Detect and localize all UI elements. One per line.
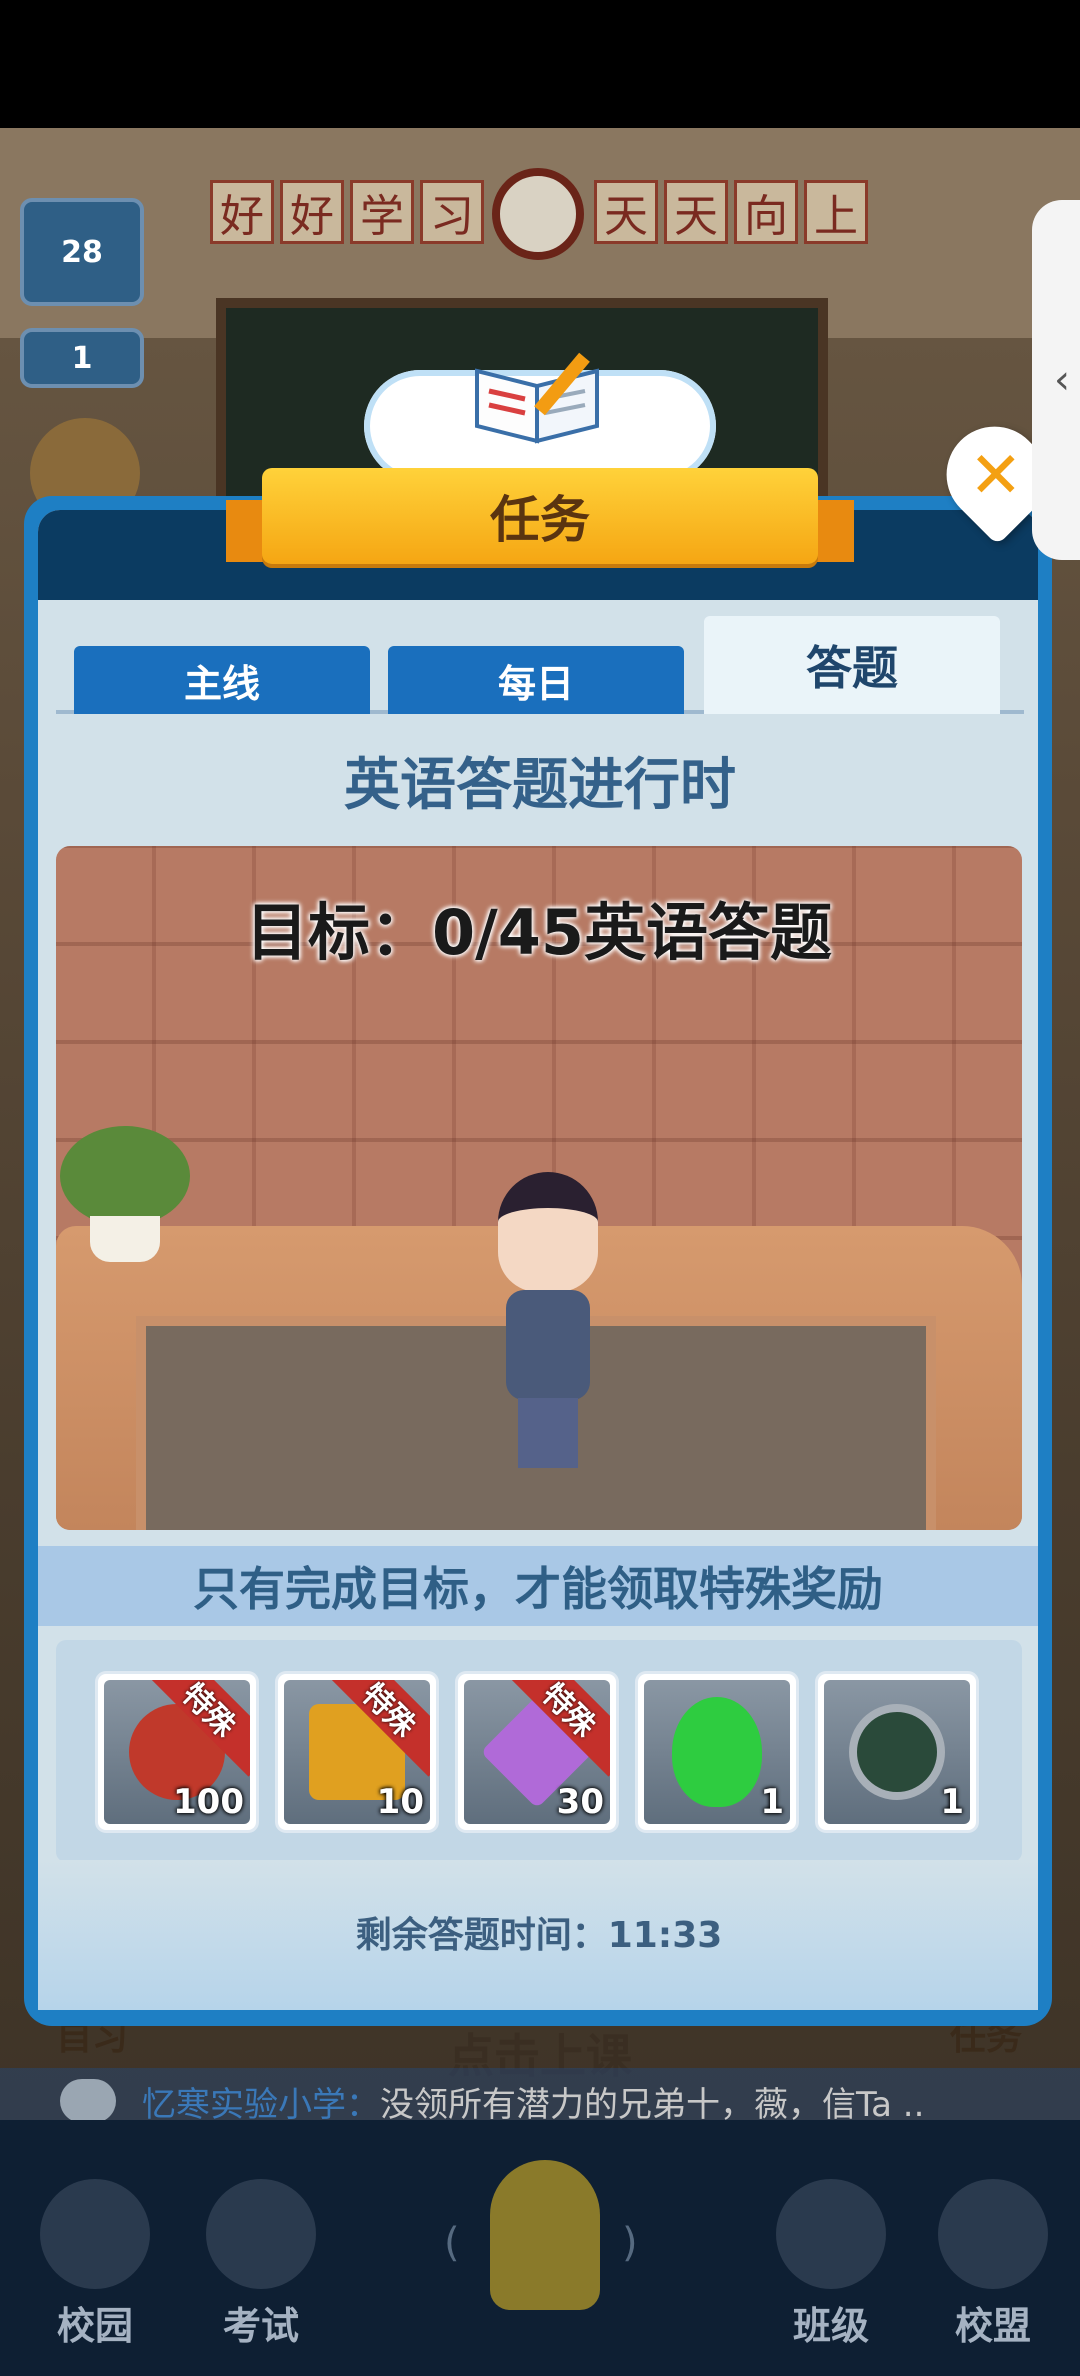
- reward-count: 1: [940, 1782, 964, 1822]
- quiz-subtitle: 英语答题进行时: [344, 753, 736, 818]
- flower-pot: [90, 1216, 160, 1262]
- tab-daily[interactable]: 每日: [388, 646, 684, 714]
- campus-icon: [40, 2179, 150, 2289]
- tab-quiz[interactable]: 答题: [704, 616, 1000, 714]
- nav-alliance[interactable]: 校盟: [918, 2150, 1068, 2350]
- reward-gold-scroll[interactable]: 特殊 10: [278, 1674, 436, 1830]
- rank-badge[interactable]: 1: [20, 328, 144, 388]
- tab-mainline[interactable]: 主线: [74, 646, 370, 714]
- book-pencil-icon: [462, 336, 612, 456]
- reward-teacher-medal[interactable]: 特殊 100: [98, 1674, 256, 1830]
- status-bar: [0, 0, 1080, 128]
- reward-list: 特殊 100 特殊 10 特殊 30 1 1: [56, 1640, 1022, 1862]
- level-badge[interactable]: 28: [20, 198, 144, 306]
- close-x-icon: ✕: [969, 439, 1023, 513]
- exam-icon: [206, 2179, 316, 2289]
- reward-count: 1: [760, 1782, 784, 1822]
- teacher-body: [506, 1290, 590, 1400]
- banner-char: 学: [350, 180, 414, 244]
- teacher-head: [498, 1172, 598, 1292]
- ticker-message: 没领所有潜力的兄弟十，薇，信Ta ..: [380, 2084, 925, 2125]
- banner-left: 好 好 学 习: [210, 180, 484, 250]
- reward-art: 特殊 30: [464, 1680, 610, 1824]
- ticker-school: 忆寒实验小学：: [142, 2084, 380, 2125]
- side-panel-handle[interactable]: ‹: [1032, 200, 1080, 560]
- dialog-title-text: 任务: [490, 491, 590, 549]
- rank-value: 1: [71, 340, 93, 376]
- reward-art: 1: [644, 1680, 790, 1824]
- nav-label: 考试: [222, 2306, 299, 2348]
- dialog-title: 任务: [262, 468, 818, 564]
- nav-campus[interactable]: 校园: [20, 2150, 170, 2350]
- reward-count: 30: [556, 1782, 604, 1822]
- bell-paren-left: (: [444, 2220, 460, 2266]
- nav-class[interactable]: 班级: [756, 2150, 906, 2350]
- chat-bubble-icon: [60, 2079, 116, 2123]
- reward-green-balloon[interactable]: 1: [638, 1674, 796, 1830]
- banner-char: 天: [594, 180, 658, 244]
- bell-icon[interactable]: [490, 2160, 600, 2310]
- balloon-icon: [672, 1697, 762, 1807]
- nav-label: 校园: [56, 2306, 133, 2348]
- reward-art: 特殊 100: [104, 1680, 250, 1824]
- clock-icon: [492, 168, 584, 260]
- quiz-timer: 剩余答题时间：11:33: [355, 1915, 723, 1956]
- teacher-legs: [518, 1398, 578, 1468]
- reward-purple-diamond[interactable]: 特殊 30: [458, 1674, 616, 1830]
- classroom-stage: 目标：0/45英语答题: [56, 846, 1022, 1530]
- chevron-left-icon: ‹: [1054, 357, 1070, 403]
- nav-label: 班级: [792, 2306, 869, 2348]
- class-book-icon: [776, 2179, 886, 2289]
- goal-text: 目标：0/45英语答题: [245, 896, 833, 969]
- alliance-icon: [938, 2179, 1048, 2289]
- banner-char: 上: [804, 180, 868, 244]
- bell-paren-right: ): [622, 2220, 638, 2266]
- banner-char: 习: [420, 180, 484, 244]
- banner-right: 天 天 向 上: [594, 180, 868, 250]
- nav-label: 校盟: [954, 2306, 1031, 2348]
- flower-leaves: [60, 1126, 190, 1226]
- reward-art: 特殊 10: [284, 1680, 430, 1824]
- nav-exam[interactable]: 考试: [186, 2150, 336, 2350]
- tab-bar: 主线 每日 答题: [56, 612, 1024, 714]
- banner-char: 好: [210, 180, 274, 244]
- flowerpot-icon: [56, 1126, 196, 1266]
- compass-icon: [849, 1704, 945, 1800]
- reward-heart-compass[interactable]: 1: [818, 1674, 976, 1830]
- level-value: 28: [61, 234, 103, 270]
- reward-condition-note: 只有完成目标，才能领取特殊奖励: [38, 1546, 1038, 1626]
- reward-count: 10: [376, 1782, 424, 1822]
- banner-char: 向: [734, 180, 798, 244]
- teacher-character: [484, 1172, 608, 1472]
- banner-char: 好: [280, 180, 344, 244]
- banner-char: 天: [664, 180, 728, 244]
- reward-count: 100: [173, 1782, 244, 1822]
- reward-art: 1: [824, 1680, 970, 1824]
